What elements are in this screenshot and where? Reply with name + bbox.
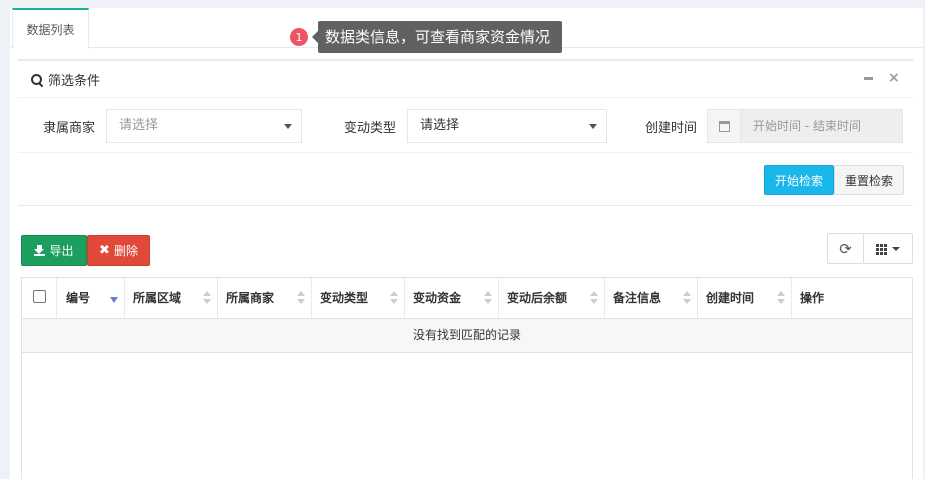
column-header-id[interactable]: 编号 [57,278,125,318]
column-header-label: 备注信息 [613,291,662,305]
calendar-addon [708,110,741,142]
tooltip-text: 数据类信息，可查看商家资金情况 [311,21,563,53]
change-type-select[interactable]: 请选择 [407,109,607,143]
main-panel: 数据列表 1 数据类信息，可查看商家资金情况 筛选条件 × 隶属商家 请选择 变… [10,8,923,479]
merchant-select-placeholder: 请选择 [119,118,159,133]
sort-icon [297,291,305,305]
merchant-label: 隶属商家 [43,121,96,136]
create-time-placeholder: 开始时间 - 结束时间 [753,119,861,133]
column-header-label: 所属区域 [133,291,182,305]
column-header-merchant[interactable]: 所属商家 [218,278,312,318]
chevron-down-icon [892,246,900,251]
column-header-actions: 操作 [792,278,912,318]
column-header-label: 操作 [800,291,825,305]
grid-icon [876,243,888,255]
sort-icon [683,291,691,305]
sort-icon [777,291,785,305]
sort-icon [590,291,598,305]
tab-data-list[interactable]: 数据列表 [12,8,89,49]
delete-x-icon: ✖ [99,243,110,258]
tooltip-step-badge: 1 [290,28,308,46]
export-button-label: 导出 [49,244,74,258]
guide-tooltip: 1 数据类信息，可查看商家资金情况 [290,21,563,53]
export-button[interactable]: 导出 [21,235,87,266]
sort-icon [203,291,211,305]
column-header-label: 所属商家 [226,291,275,305]
change-type-select-value: 请选择 [420,118,460,133]
column-header-remark[interactable]: 备注信息 [605,278,698,318]
search-icon [30,73,44,87]
filter-title-text: 筛选条件 [48,74,101,89]
delete-button[interactable]: ✖ 删除 [87,235,150,266]
close-icon[interactable]: × [888,70,900,86]
column-header-region[interactable]: 所属区域 [125,278,218,318]
column-header-label: 编号 [66,291,91,305]
filter-box: 筛选条件 × 隶属商家 请选择 变动类型 请选择 创建时间 开始时间 - 结束时… [18,59,913,206]
create-time-range-input[interactable]: 开始时间 - 结束时间 [707,109,903,143]
collapse-icon[interactable] [864,77,873,80]
filter-divider [18,152,913,153]
column-header-label: 创建时间 [706,291,755,305]
select-all-header [22,278,57,318]
column-header-balance-after[interactable]: 变动后余额 [499,278,605,318]
column-header-change-amount[interactable]: 变动资金 [405,278,499,318]
sort-icon [390,291,398,305]
filter-bottom-border [18,205,913,206]
start-search-button[interactable]: 开始检索 [764,165,834,195]
data-table: 编号 所属区域 所属商家 变动类型 变动资金 变动后余额 备注信息 创建时间 操… [21,277,913,479]
delete-button-label: 删除 [113,244,138,258]
download-icon [34,245,46,256]
column-header-label: 变动资金 [413,291,462,305]
sort-icon [484,291,492,305]
calendar-icon [718,120,730,132]
columns-toggle-button[interactable] [863,233,913,264]
refresh-icon: ⟳ [839,239,852,258]
filter-title: 筛选条件 [30,70,100,89]
change-type-label: 变动类型 [344,121,397,136]
merchant-select[interactable]: 请选择 [106,109,302,143]
sort-desc-icon [110,297,118,303]
chevron-down-icon [589,124,597,129]
select-all-checkbox[interactable] [33,290,46,303]
column-header-create-time[interactable]: 创建时间 [698,278,792,318]
column-header-label: 变动后余额 [507,291,568,305]
column-header-change-type[interactable]: 变动类型 [312,278,405,318]
create-time-label: 创建时间 [645,121,698,136]
chevron-down-icon [284,124,292,129]
filter-header: 筛选条件 × [18,61,913,98]
reset-search-button[interactable]: 重置检索 [834,165,904,195]
table-header: 编号 所属区域 所属商家 变动类型 变动资金 变动后余额 备注信息 创建时间 操… [22,278,912,319]
refresh-button[interactable]: ⟳ [827,233,864,264]
table-empty-row: 没有找到匹配的记录 [22,319,912,353]
column-header-label: 变动类型 [320,291,369,305]
